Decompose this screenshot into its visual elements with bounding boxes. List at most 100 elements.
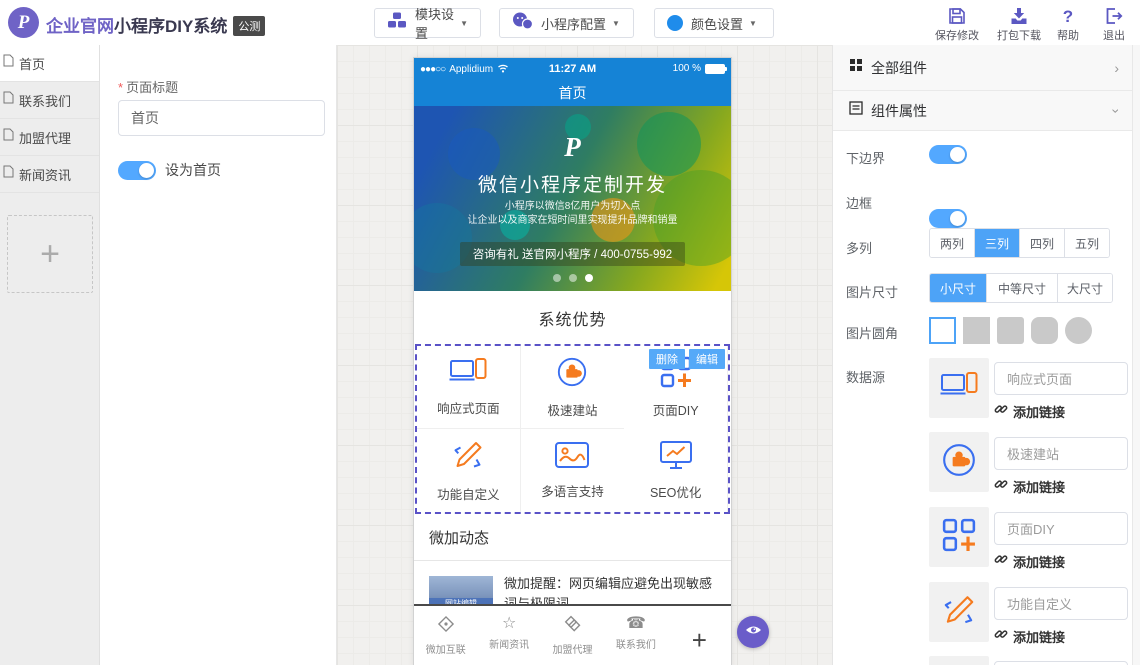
add-link-button[interactable]: 添加链接: [994, 552, 1065, 571]
page-title-input[interactable]: [118, 100, 325, 136]
carousel-dot[interactable]: [553, 274, 561, 282]
add-link-button[interactable]: 添加链接: [994, 627, 1065, 646]
tab-label: 微加互联: [426, 641, 466, 656]
top-header: P 企业官网小程序DIY系统公测 模块设置 ▼ 小程序配置 ▼ 颜色设置 ▼: [0, 0, 1140, 46]
img-size-small-selected[interactable]: 小尺寸: [930, 274, 986, 302]
hero-logo: P: [414, 132, 731, 163]
multi-col-segmented: 两列 三列 四列 五列: [929, 228, 1110, 258]
sidebar-item-news[interactable]: 新闻资讯: [0, 156, 99, 193]
tab-weijia[interactable]: 微加互联: [414, 606, 477, 665]
add-link-label: 添加链接: [1013, 552, 1065, 571]
inspector-panel: 全部组件 › 组件属性 › 下边界 边框 多列 两列 三列 四列 五列 图片尺寸…: [832, 45, 1132, 665]
carousel-dot[interactable]: [569, 274, 577, 282]
feature-label: 多语言支持: [541, 481, 604, 500]
page-diy-icon: [942, 518, 976, 557]
carousel-dots[interactable]: [414, 274, 731, 282]
multi-col-option-4[interactable]: 四列: [1019, 229, 1064, 257]
selected-feature-grid-component[interactable]: 删除 编辑 响应式页面 极速建站 页面DIY 功能自定义 多语言支持: [415, 344, 730, 514]
tab-agency[interactable]: 加盟代理: [541, 606, 604, 665]
carousel-dot-active[interactable]: [585, 274, 593, 282]
news-list-item[interactable]: 网站编辑 微加提醒：网页编辑应避免出现敏感词与极限词: [414, 561, 731, 606]
battery-icon: [705, 64, 725, 74]
phone-status-bar: ●●●○○ Applidium 11:27 AM 100 %: [414, 58, 731, 80]
datasource-name-input[interactable]: [994, 437, 1128, 470]
tab-label: 联系我们: [616, 636, 656, 651]
module-settings-label: 模块设置: [415, 4, 454, 42]
multi-col-option-5[interactable]: 五列: [1064, 229, 1109, 257]
inspector-scrollbar[interactable]: [1132, 45, 1140, 665]
img-size-large[interactable]: 大尺寸: [1057, 274, 1112, 302]
multi-col-option-3-selected[interactable]: 三列: [974, 229, 1019, 257]
page-doc-icon: [3, 128, 14, 146]
datasource-icon-tile: [929, 358, 989, 418]
bottom-border-label: 下边界: [846, 148, 885, 167]
feature-cell-fast-build[interactable]: 极速建站: [521, 346, 625, 429]
radius-option-circle[interactable]: [1065, 317, 1092, 344]
phone-preview: ●●●○○ Applidium 11:27 AM 100 % 首页 P 微信小程…: [413, 57, 732, 665]
sidebar-item-contact[interactable]: 联系我们: [0, 82, 99, 119]
save-button[interactable]: 保存修改: [931, 5, 983, 43]
app-title: 企业官网小程序DIY系统公测: [46, 12, 265, 37]
beta-badge: 公测: [233, 16, 265, 36]
news-section-header[interactable]: 微加动态: [414, 514, 731, 561]
border-toggle[interactable]: [929, 209, 967, 228]
diamond-eye-icon: [437, 615, 455, 638]
help-button[interactable]: ? 帮助: [1048, 5, 1088, 43]
preview-eye-button[interactable]: [737, 616, 769, 648]
datasource-name-input[interactable]: [994, 587, 1128, 620]
radius-option-square[interactable]: [963, 317, 990, 344]
radius-option-square-selected[interactable]: [929, 317, 956, 344]
multi-col-option-2[interactable]: 两列: [930, 229, 974, 257]
hero-banner[interactable]: P 微信小程序定制开发 小程序以微信8亿用户为切入点 让企业以及商家在短时间里实…: [414, 106, 731, 291]
feature-label: 页面DIY: [653, 400, 699, 419]
wechat-icon: [512, 12, 533, 35]
img-size-medium[interactable]: 中等尺寸: [986, 274, 1057, 302]
tab-news[interactable]: ☆ 新闻资讯: [477, 606, 540, 665]
grid-icon: [849, 58, 863, 77]
phone-nav-bar: 首页: [414, 80, 731, 106]
add-link-button[interactable]: 添加链接: [994, 402, 1065, 421]
all-components-header[interactable]: 全部组件 ›: [833, 45, 1133, 91]
datasource-icon-tile: [929, 507, 989, 567]
star-icon: ☆: [502, 615, 516, 633]
page-settings-panel: *页面标题 设为首页: [100, 45, 337, 665]
miniapp-config-label: 小程序配置: [541, 14, 606, 33]
set-home-toggle[interactable]: [118, 161, 156, 180]
color-settings-button[interactable]: 颜色设置 ▼: [654, 8, 774, 38]
edit-component-button[interactable]: 编辑: [689, 349, 725, 369]
datasource-icon-tile: [929, 432, 989, 492]
hero-subtitle-1: 小程序以微信8亿用户为切入点: [414, 197, 731, 212]
sidebar-item-agency[interactable]: 加盟代理: [0, 119, 99, 156]
download-icon: [993, 5, 1045, 25]
datasource-name-input[interactable]: [994, 512, 1128, 545]
tab-add-button[interactable]: +: [668, 606, 731, 665]
radius-option-rounded-lg[interactable]: [1031, 317, 1058, 344]
help-icon: ?: [1048, 5, 1088, 25]
sidebar-item-home[interactable]: 首页: [0, 45, 99, 82]
datasource-name-input[interactable]: [994, 362, 1128, 395]
app-title-secondary: 小程序DIY系统: [114, 17, 227, 36]
download-button[interactable]: 打包下载: [993, 5, 1045, 43]
delete-component-button[interactable]: 删除: [649, 349, 685, 369]
app-logo: P: [8, 7, 39, 38]
caret-down-icon: ▼: [749, 19, 757, 28]
feature-cell-custom[interactable]: 功能自定义: [417, 429, 521, 512]
module-settings-button[interactable]: 模块设置 ▼: [374, 8, 481, 38]
feature-cell-responsive[interactable]: 响应式页面: [417, 346, 521, 429]
datasource-name-input[interactable]: [994, 661, 1128, 665]
feature-cell-multilang[interactable]: 多语言支持: [521, 429, 625, 512]
tab-contact[interactable]: ☎ 联系我们: [604, 606, 667, 665]
chevron-right-icon: ›: [1114, 60, 1119, 76]
pages-sidebar: 首页 联系我们 加盟代理 新闻资讯 +: [0, 45, 100, 665]
chain-link-icon: [994, 402, 1008, 421]
bottom-border-toggle[interactable]: [929, 145, 967, 164]
component-props-header[interactable]: 组件属性 ›: [833, 91, 1133, 131]
sidebar-item-label: 加盟代理: [19, 128, 71, 147]
exit-button[interactable]: 退出: [1094, 5, 1134, 43]
advantages-section-header[interactable]: 系统优势: [414, 291, 731, 344]
radius-option-rounded-sm[interactable]: [997, 317, 1024, 344]
feature-cell-seo[interactable]: SEO优化: [624, 429, 728, 512]
add-page-button[interactable]: +: [7, 215, 93, 293]
add-link-button[interactable]: 添加链接: [994, 477, 1065, 496]
miniapp-config-button[interactable]: 小程序配置 ▼: [499, 8, 634, 38]
